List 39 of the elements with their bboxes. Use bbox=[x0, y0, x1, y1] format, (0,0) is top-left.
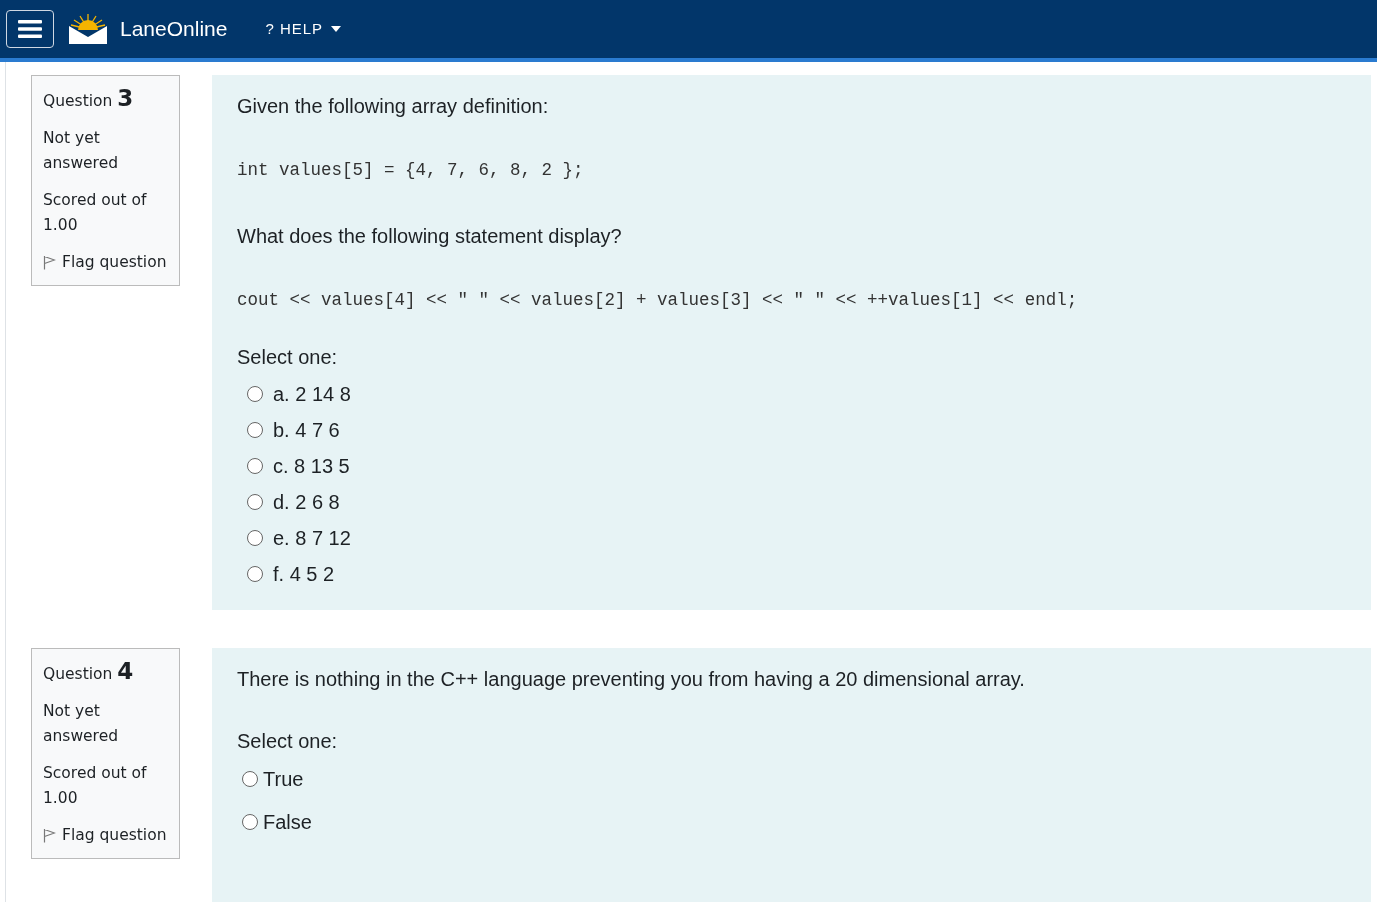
flag-question-link[interactable]: Flag question bbox=[62, 250, 167, 275]
radio-button[interactable] bbox=[242, 814, 258, 830]
answer-option-label[interactable]: d. 2 6 8 bbox=[273, 486, 340, 517]
select-one-prompt: Select one: bbox=[237, 728, 339, 754]
answer-option-label[interactable]: False bbox=[263, 807, 312, 837]
question-status: Not yet answered bbox=[43, 128, 120, 174]
answer-option-label[interactable]: f. 4 5 2 bbox=[273, 558, 335, 589]
answer-option-label[interactable]: a. 2 14 8 bbox=[273, 378, 351, 409]
question-number: 4 bbox=[117, 657, 134, 684]
menu-button[interactable] bbox=[6, 10, 54, 48]
radio-button[interactable] bbox=[242, 771, 258, 787]
logo-icon bbox=[68, 13, 108, 45]
question-label: Question bbox=[43, 92, 113, 110]
question-text: There is nothing in the C++ language preventing you from having a 20 dimensional array. bbox=[237, 666, 1026, 692]
radio-button[interactable] bbox=[247, 493, 263, 510]
site-title[interactable]: LaneOnline bbox=[120, 13, 228, 45]
question-mark: Scored out of 1.00 bbox=[43, 190, 148, 236]
question-text: Given the following array definition: bbox=[237, 94, 550, 119]
question-status: Not yet answered bbox=[43, 700, 120, 747]
question-mark: Scored out of 1.00 bbox=[43, 762, 148, 809]
flag-question-link[interactable]: Flag question bbox=[62, 822, 167, 848]
radio-button[interactable] bbox=[247, 385, 263, 402]
question-text: What does the following statement display? bbox=[237, 224, 623, 250]
answer-option-label[interactable]: c. 8 13 5 bbox=[273, 450, 350, 481]
radio-button[interactable] bbox=[247, 421, 263, 438]
menu-icon bbox=[18, 19, 42, 39]
answer-option-label[interactable]: True bbox=[263, 764, 304, 794]
code-snippet: cout << values[4] << " " << values[2] + values[3] << " " << ++values[1] << endl; bbox=[237, 289, 1079, 313]
radio-button[interactable] bbox=[247, 529, 263, 546]
code-snippet: int values[5] = {4, 7, 6, 8, 2 }; bbox=[237, 159, 585, 182]
question-number: 3 bbox=[117, 85, 134, 111]
answer-option-label[interactable]: e. 8 7 12 bbox=[273, 522, 351, 553]
question-label: Question bbox=[43, 664, 113, 683]
caret-icon bbox=[331, 26, 342, 32]
radio-button[interactable] bbox=[247, 457, 263, 474]
radio-button[interactable] bbox=[247, 565, 263, 582]
select-one-prompt: Select one: bbox=[237, 344, 339, 370]
answer-option-label[interactable]: b. 4 7 6 bbox=[273, 414, 340, 445]
help-menu[interactable]: ? HELP bbox=[259, 16, 348, 42]
